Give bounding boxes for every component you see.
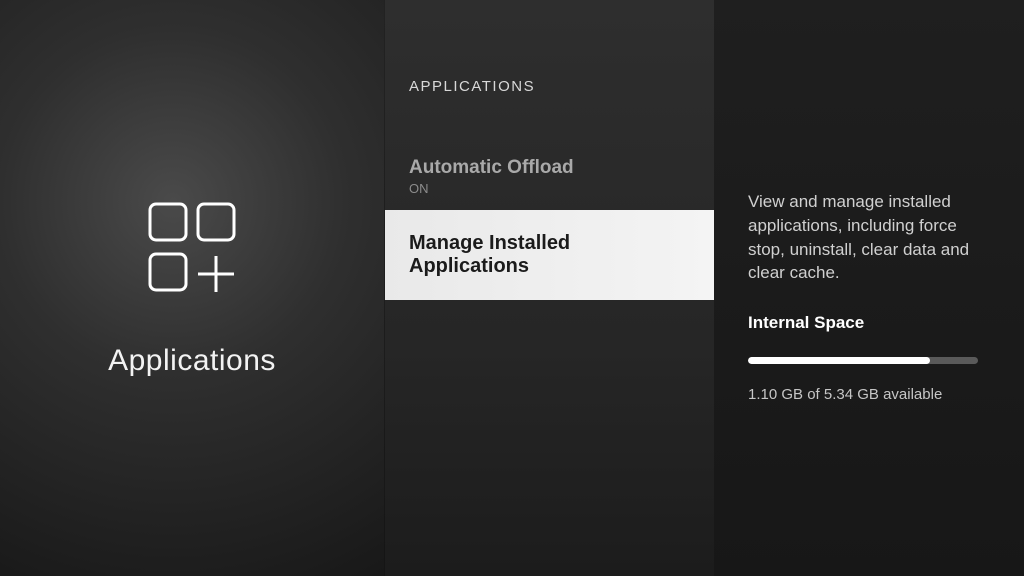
menu-section-title: APPLICATIONS xyxy=(385,78,714,143)
menu-item-automatic-offload[interactable]: Automatic Offload ON xyxy=(385,143,714,210)
left-category-label: Applications xyxy=(108,344,276,378)
internal-space-text: 1.10 GB of 5.34 GB available xyxy=(748,386,984,403)
internal-space-progress-fill xyxy=(748,357,930,364)
detail-description: View and manage installed applications, … xyxy=(748,190,984,285)
internal-space-heading: Internal Space xyxy=(748,313,984,333)
left-category-panel: Applications xyxy=(0,0,384,576)
menu-item-manage-installed-applications[interactable]: Manage Installed Applications xyxy=(385,210,714,300)
menu-item-label: Automatic Offload xyxy=(409,157,690,179)
detail-panel: View and manage installed applications, … xyxy=(714,0,1024,576)
menu-item-label: Manage Installed Applications xyxy=(409,232,690,278)
internal-space-progress xyxy=(748,357,978,364)
applications-icon xyxy=(122,198,262,308)
menu-item-value: ON xyxy=(409,181,690,196)
settings-menu-panel: APPLICATIONS Automatic Offload ON Manage… xyxy=(384,0,714,576)
